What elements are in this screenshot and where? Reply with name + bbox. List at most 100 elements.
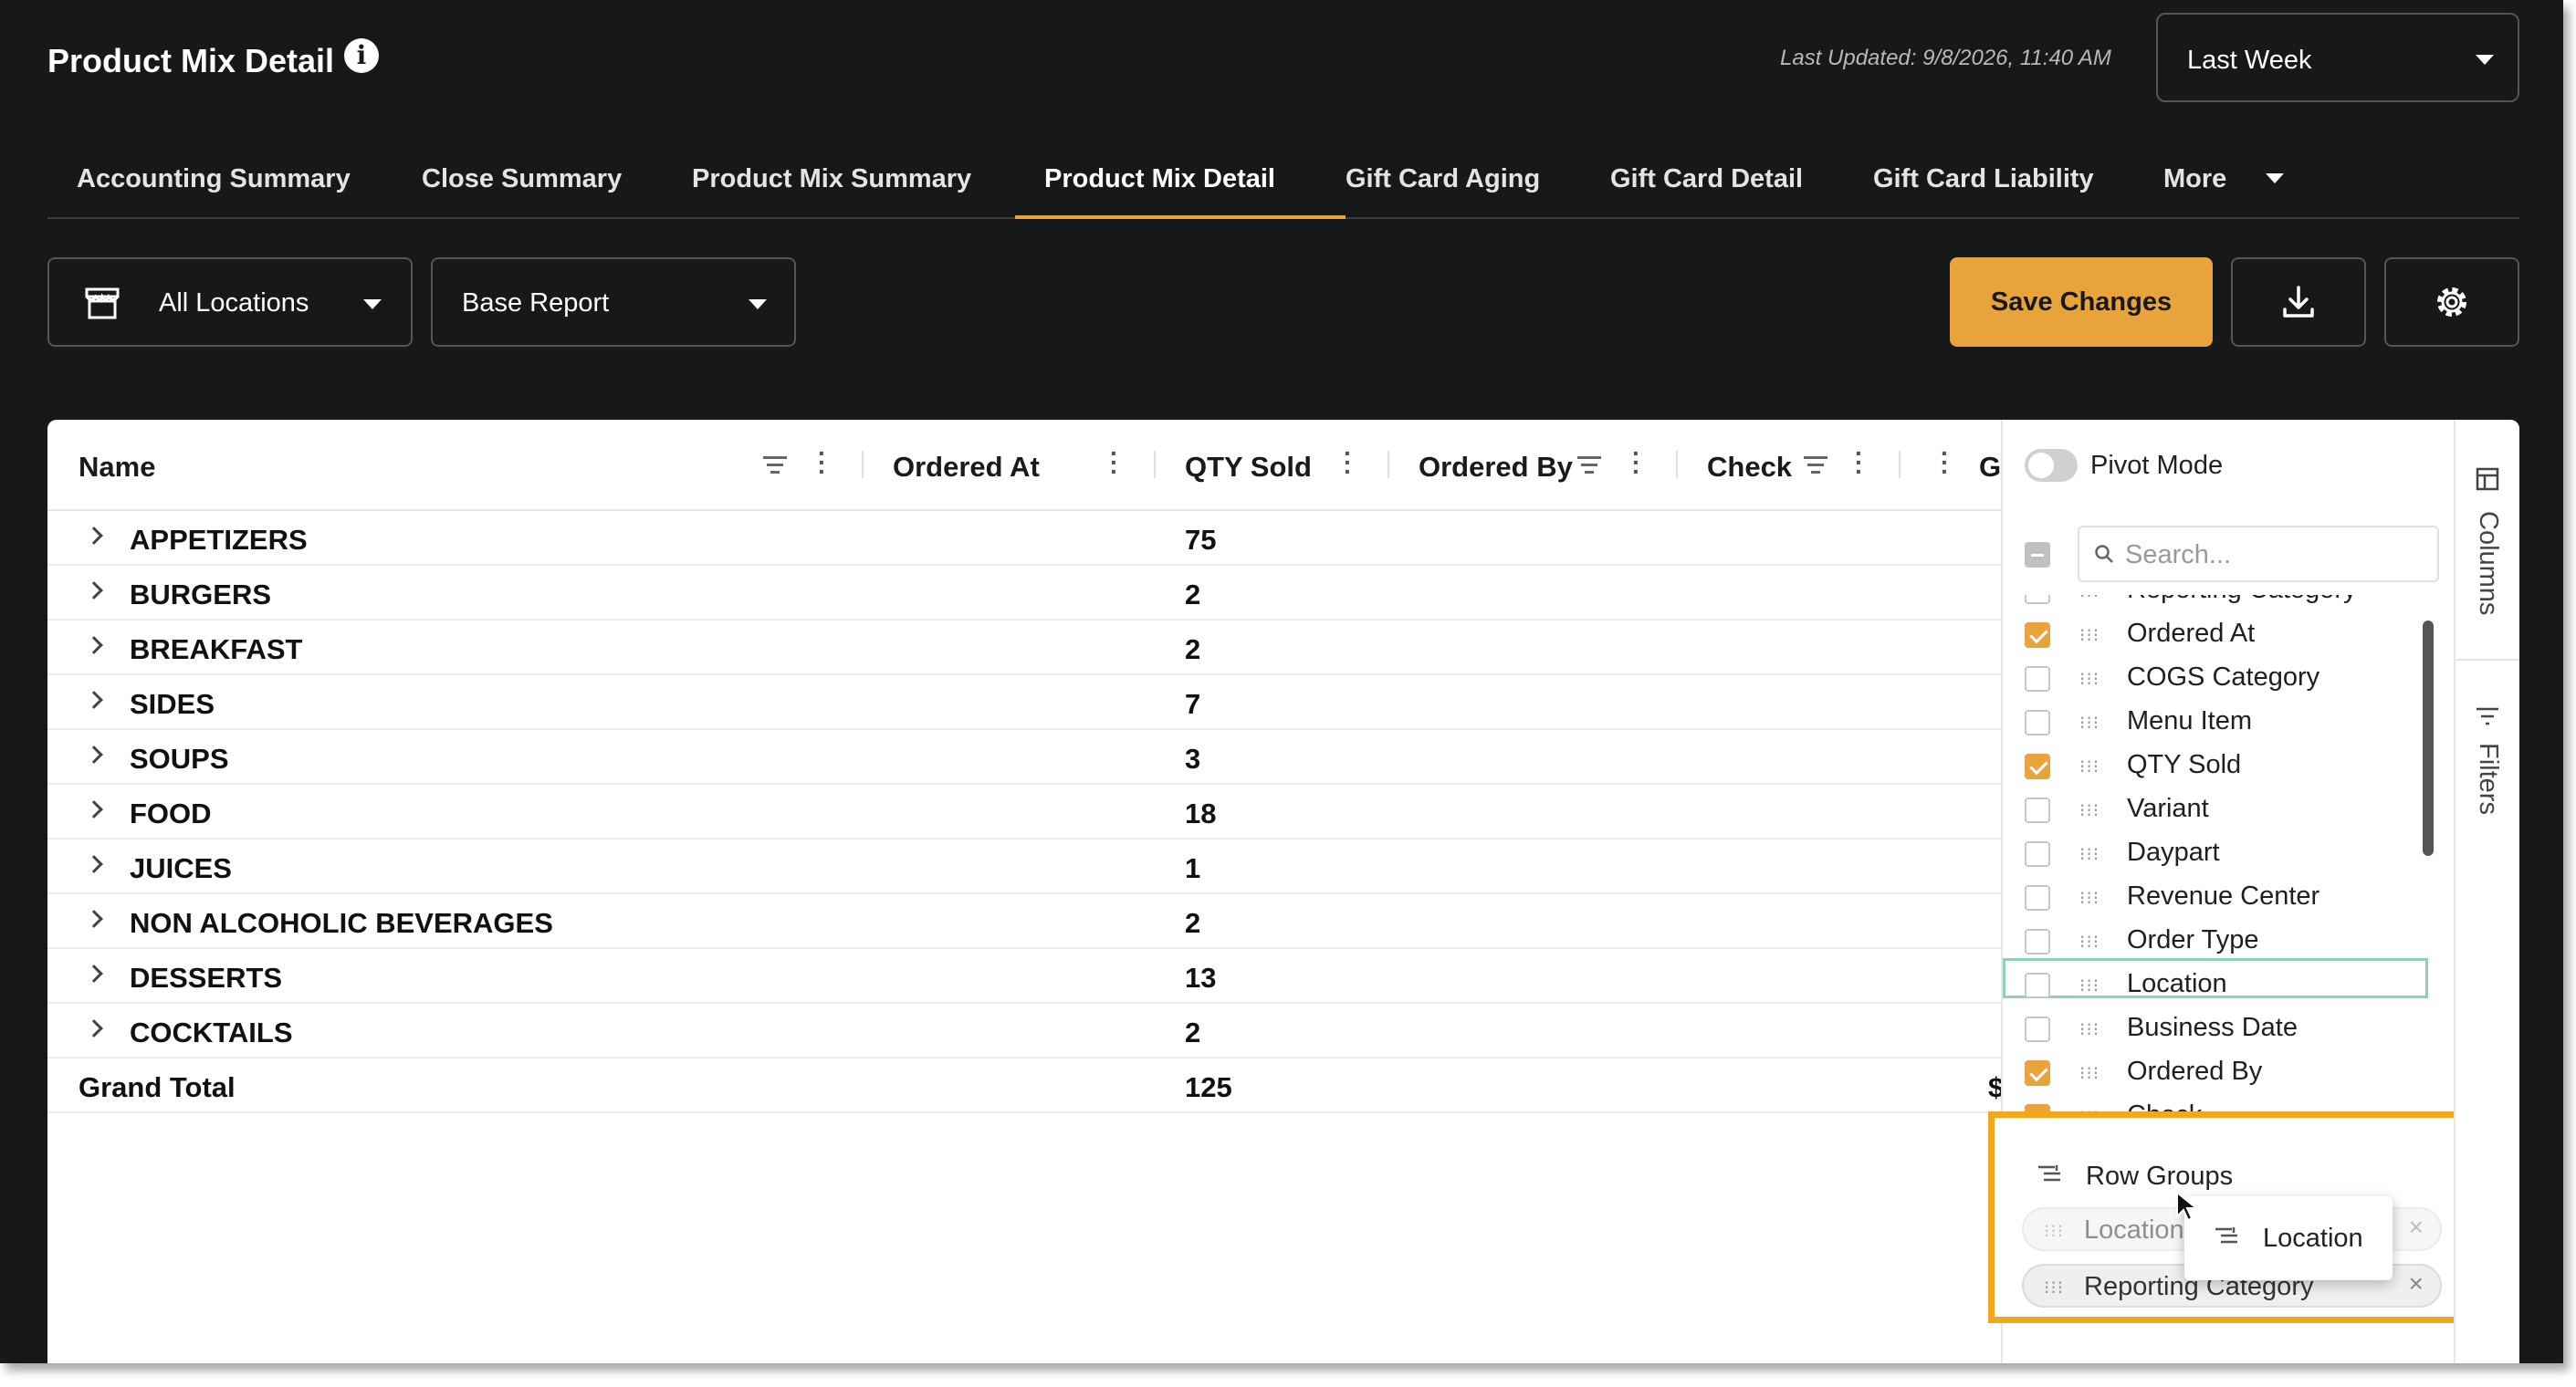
chevron-right-icon[interactable] [85, 800, 103, 819]
drag-handle-icon[interactable]: ⁝⁝⁝ [2044, 1220, 2064, 1243]
column-search-input[interactable]: Search... [2078, 526, 2439, 582]
pivot-mode-toggle[interactable] [2025, 449, 2078, 482]
column-header-truncated[interactable]: G [1979, 451, 2001, 484]
drag-handle-icon[interactable]: ⁝⁝⁝ [2079, 712, 2100, 735]
chevron-right-icon[interactable] [85, 855, 103, 873]
column-checkbox[interactable] [2025, 929, 2050, 954]
column-header-check[interactable]: Check [1707, 451, 1792, 484]
column-checkbox[interactable] [2025, 754, 2050, 779]
filter-icon[interactable] [1577, 456, 1601, 476]
tab-product-mix-detail[interactable]: Product Mix Detail [1015, 161, 1346, 219]
tab-gift-card-aging[interactable]: Gift Card Aging [1346, 161, 1565, 219]
column-checkbox[interactable] [2025, 622, 2050, 648]
report-select-value: Base Report [462, 288, 610, 318]
column-separator[interactable] [1387, 451, 1389, 478]
column-checkbox[interactable] [2025, 841, 2050, 867]
settings-button[interactable] [2384, 257, 2519, 347]
info-icon[interactable]: i [344, 38, 379, 73]
column-menu-icon[interactable]: · · · [1344, 441, 1352, 485]
table-row[interactable]: COCKTAILS 2 [47, 1004, 2001, 1058]
column-header-ordered-at[interactable]: Ordered At [893, 451, 1040, 484]
row-qty: 3 [1185, 743, 1201, 775]
column-menu-icon[interactable]: · · · [1941, 441, 1949, 485]
column-menu-icon[interactable]: · · · [1855, 441, 1863, 485]
save-changes-button[interactable]: Save Changes [1950, 257, 2213, 347]
table-row[interactable]: FOOD 18 [47, 785, 2001, 840]
tab-gift-card-liability[interactable]: Gift Card Liability [1873, 161, 2120, 219]
tab-more-label: More [2163, 164, 2227, 193]
column-menu-icon[interactable]: · · · [818, 441, 826, 485]
chevron-right-icon[interactable] [85, 910, 103, 928]
filter-icon[interactable] [1804, 456, 1827, 476]
chevron-right-icon[interactable] [85, 1019, 103, 1038]
close-icon[interactable]: × [2409, 1213, 2424, 1242]
row-groups-drop-zone[interactable]: Row Groups ⁝⁝⁝ Location × ⁝⁝⁝ Reporting … [1988, 1111, 2488, 1323]
drag-handle-icon[interactable]: ⁝⁝⁝ [2079, 887, 2100, 910]
side-tab-filters[interactable]: Filters [2456, 661, 2519, 843]
drag-handle-icon[interactable]: ⁝⁝⁝ [2079, 843, 2100, 866]
column-checkbox[interactable] [2025, 710, 2050, 735]
column-separator[interactable] [1899, 451, 1901, 478]
column-label: Daypart [2127, 838, 2220, 867]
table-row[interactable]: BREAKFAST 2 [47, 620, 2001, 675]
column-checkbox[interactable] [2025, 595, 2050, 604]
column-checkbox[interactable] [2025, 798, 2050, 823]
tab-product-mix-summary[interactable]: Product Mix Summary [692, 161, 1013, 219]
location-select[interactable]: All Locations [47, 257, 413, 347]
drag-handle-icon[interactable]: ⁝⁝⁝ [2079, 668, 2100, 691]
drag-handle-icon[interactable]: ⁝⁝⁝ [2079, 1018, 2100, 1041]
tab-close-summary[interactable]: Close Summary [422, 161, 632, 219]
row-name: NON ALCOHOLIC BEVERAGES [130, 907, 553, 939]
filter-icon[interactable] [763, 456, 787, 476]
chevron-down-icon [2266, 173, 2284, 183]
table-row[interactable]: SIDES 7 [47, 675, 2001, 730]
column-header-qty-sold[interactable]: QTY Sold [1185, 451, 1312, 484]
table-row[interactable]: DESSERTS 13 [47, 949, 2001, 1004]
table-row[interactable]: NON ALCOHOLIC BEVERAGES 2 [47, 894, 2001, 949]
drag-handle-icon[interactable]: ⁝⁝⁝ [2079, 799, 2100, 822]
select-all-checkbox[interactable] [2025, 542, 2050, 568]
column-checkbox[interactable] [2025, 1017, 2050, 1042]
column-menu-icon[interactable]: · · · [1110, 441, 1118, 485]
filter-icon [2477, 707, 2498, 725]
column-menu-icon[interactable]: · · · [1632, 441, 1640, 485]
chevron-right-icon[interactable] [85, 581, 103, 600]
report-select[interactable]: Base Report [431, 257, 796, 347]
chevron-right-icon[interactable] [85, 527, 103, 545]
column-separator[interactable] [862, 451, 864, 478]
side-tab-columns[interactable]: Columns [2456, 420, 2519, 661]
cursor-icon [2176, 1191, 2199, 1222]
close-icon[interactable]: × [2409, 1269, 2424, 1298]
chevron-right-icon[interactable] [85, 691, 103, 709]
row-qty: 18 [1185, 798, 1217, 829]
drag-handle-icon[interactable]: ⁝⁝⁝ [2044, 1277, 2064, 1299]
tab-gift-card-detail[interactable]: Gift Card Detail [1610, 161, 1829, 219]
drag-handle-icon[interactable]: ⁝⁝⁝ [2079, 1062, 2100, 1085]
table-row[interactable]: APPETIZERS 75 [47, 511, 2001, 566]
column-header-name[interactable]: Name [79, 451, 155, 484]
column-checkbox[interactable] [2025, 666, 2050, 692]
column-separator[interactable] [1676, 451, 1678, 478]
column-checkbox[interactable] [2025, 885, 2050, 911]
drag-handle-icon[interactable]: ⁝⁝⁝ [2079, 756, 2100, 778]
chevron-right-icon[interactable] [85, 636, 103, 654]
column-checkbox[interactable] [2025, 973, 2050, 998]
column-checkbox[interactable] [2025, 1060, 2050, 1086]
drag-handle-icon[interactable]: ⁝⁝⁝ [2079, 595, 2100, 603]
tab-more[interactable]: More [2163, 161, 2291, 219]
download-button[interactable] [2231, 257, 2366, 347]
drag-handle-icon[interactable]: ⁝⁝⁝ [2079, 975, 2100, 997]
chevron-right-icon[interactable] [85, 965, 103, 983]
column-separator[interactable] [1154, 451, 1156, 478]
table-row[interactable]: JUICES 1 [47, 840, 2001, 894]
tab-accounting-summary[interactable]: Accounting Summary [77, 161, 361, 219]
table-row[interactable]: BURGERS 2 [47, 566, 2001, 620]
date-range-select[interactable]: Last Week [2156, 13, 2519, 102]
column-header-ordered-by[interactable]: Ordered By [1419, 451, 1573, 484]
chevron-right-icon[interactable] [85, 746, 103, 764]
drag-handle-icon[interactable]: ⁝⁝⁝ [2079, 931, 2100, 954]
drag-handle-icon[interactable]: ⁝⁝⁝ [2079, 624, 2100, 647]
column-list-scrollbar[interactable] [2423, 620, 2434, 856]
table-row[interactable]: SOUPS 3 [47, 730, 2001, 785]
last-updated-text: Last Updated: 9/8/2026, 11:40 AM [1780, 46, 2111, 70]
